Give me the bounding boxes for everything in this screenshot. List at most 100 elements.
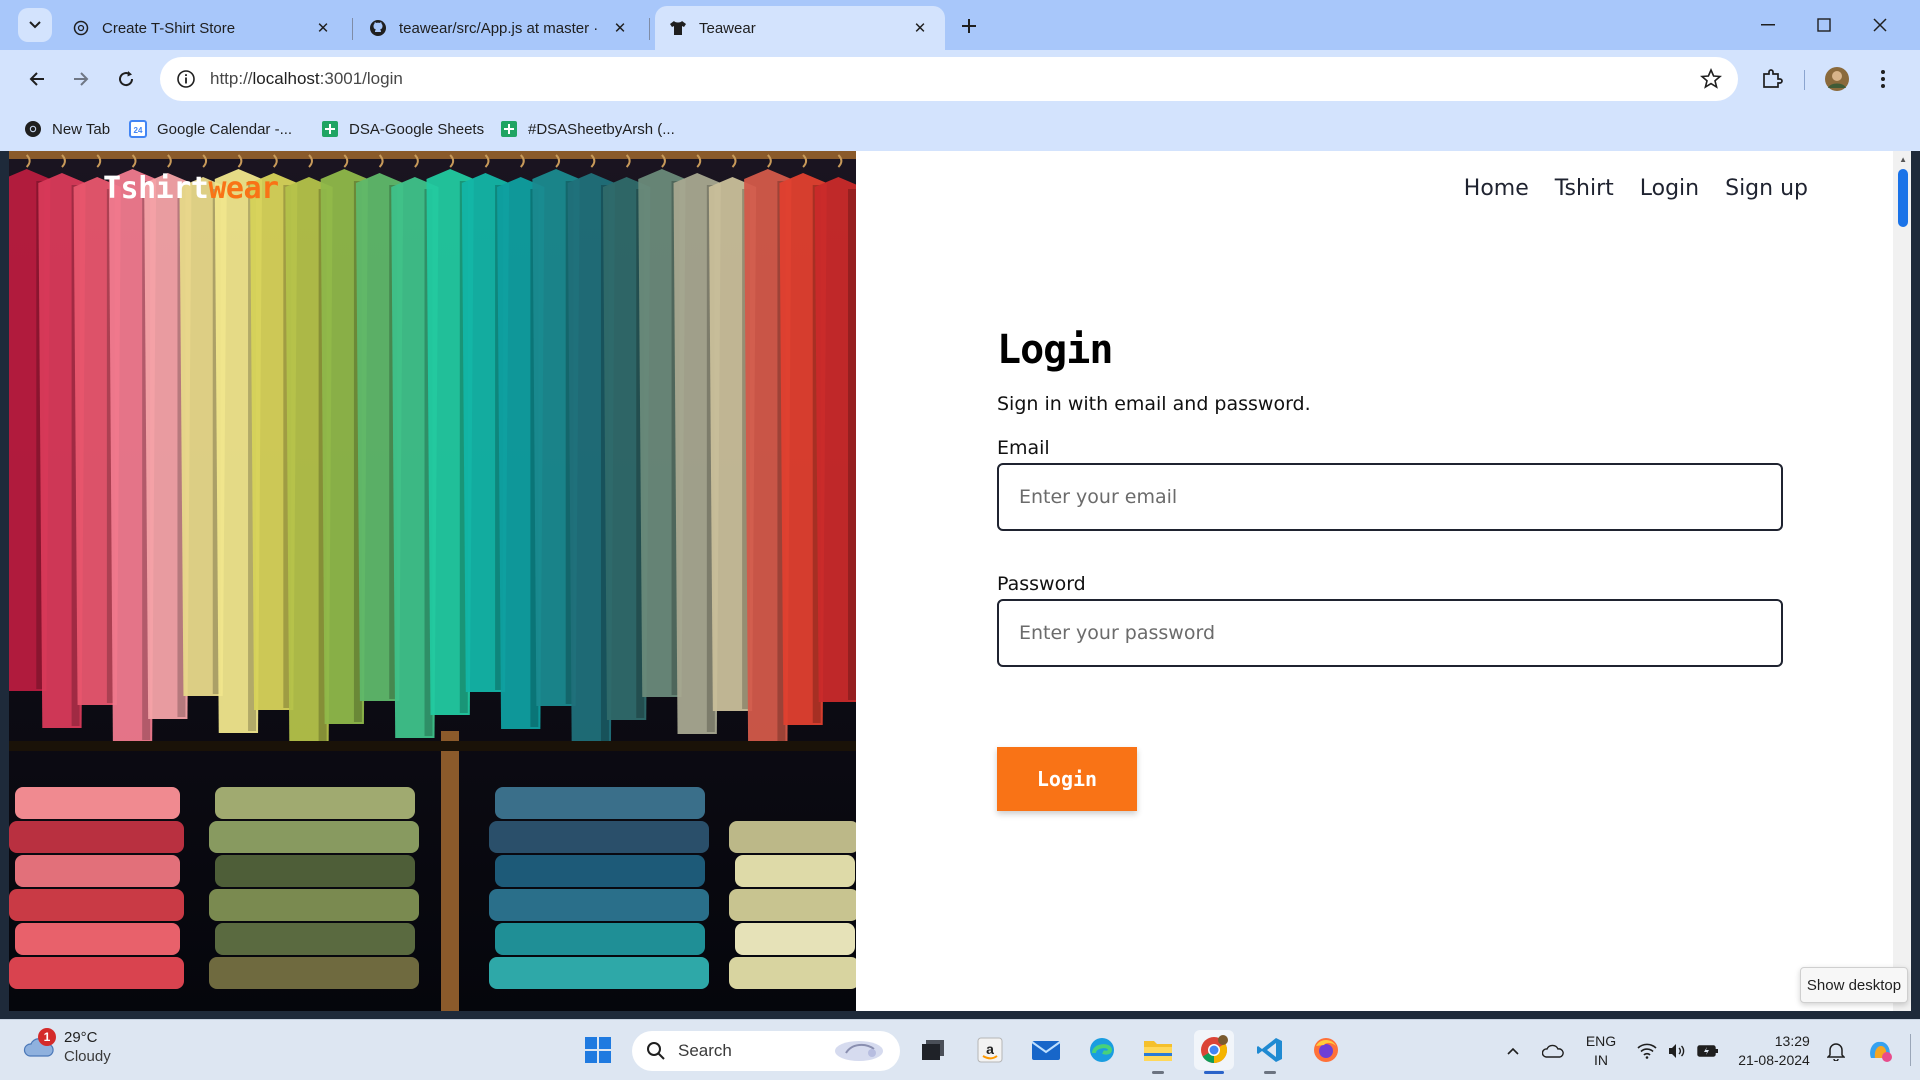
bookmark-dsa-google-sheets[interactable]: DSA-Google Sheets bbox=[321, 115, 484, 143]
notifications-button[interactable] bbox=[1822, 1020, 1850, 1080]
language-code: ENG bbox=[1585, 1032, 1617, 1049]
scroll-thumb[interactable] bbox=[1898, 169, 1908, 227]
close-icon[interactable]: ✕ bbox=[909, 17, 931, 39]
weather-condition: Cloudy bbox=[64, 1048, 111, 1065]
search-label: Search bbox=[678, 1041, 732, 1060]
firefox-icon bbox=[1314, 1038, 1338, 1062]
folded-shirt bbox=[15, 923, 180, 955]
github-icon bbox=[369, 19, 387, 37]
new-tab-button[interactable] bbox=[955, 12, 983, 40]
browser-titlebar: Create T-Shirt Store ✕ teawear/src/App.j… bbox=[0, 0, 1920, 50]
folded-shirt bbox=[489, 821, 709, 853]
address-bar[interactable]: http://localhost:3001/login bbox=[160, 57, 1738, 101]
show-desktop-button[interactable] bbox=[1910, 1034, 1911, 1066]
taskbar-file-explorer[interactable] bbox=[1138, 1030, 1178, 1074]
bookmark-label: #DSASheetbyArsh (... bbox=[528, 120, 675, 138]
tshirt-icon bbox=[669, 19, 687, 37]
browser-toolbar: http://localhost:3001/login bbox=[0, 50, 1920, 107]
bookmarks-bar: New Tab 24 Google Calendar -... DSA-Goog… bbox=[0, 107, 1920, 151]
show-hidden-icons[interactable] bbox=[1498, 1020, 1528, 1080]
folded-shirt bbox=[735, 855, 855, 887]
tab-search-button[interactable] bbox=[18, 8, 52, 42]
nav-login[interactable]: Login bbox=[1640, 176, 1699, 201]
language-indicator[interactable]: ENG IN bbox=[1576, 1020, 1626, 1080]
mail-icon bbox=[1031, 1041, 1061, 1060]
wifi-icon bbox=[1637, 1043, 1657, 1059]
taskbar-search[interactable]: Search bbox=[632, 1031, 900, 1071]
bookmark-new-tab[interactable]: New Tab bbox=[24, 115, 110, 143]
battery-charging-icon bbox=[1697, 1044, 1718, 1057]
volume-tray[interactable] bbox=[1663, 1020, 1691, 1080]
url-host: localhost bbox=[252, 69, 320, 88]
email-label: Email bbox=[997, 437, 1050, 459]
brand-part-1: Tshirt bbox=[103, 171, 209, 206]
bookmark-label: New Tab bbox=[52, 120, 111, 138]
onedrive-tray[interactable] bbox=[1538, 1020, 1568, 1080]
scroll-up-icon[interactable]: ▲ bbox=[1899, 155, 1907, 164]
folded-shirt bbox=[735, 923, 855, 955]
nav-home[interactable]: Home bbox=[1464, 176, 1529, 201]
close-icon[interactable]: ✕ bbox=[609, 17, 631, 39]
bookmark-google-calendar[interactable]: 24 Google Calendar -... bbox=[129, 115, 292, 143]
running-indicator bbox=[1152, 1071, 1164, 1074]
tab-teawear[interactable]: Teawear ✕ bbox=[655, 6, 945, 50]
minimize-button[interactable] bbox=[1750, 12, 1786, 38]
wifi-tray[interactable] bbox=[1633, 1020, 1661, 1080]
close-window-button[interactable] bbox=[1862, 12, 1898, 38]
browser-menu-button[interactable] bbox=[1866, 62, 1900, 96]
weather-widget[interactable]: 1 29°C Cloudy bbox=[22, 1028, 111, 1066]
folded-shirt bbox=[729, 957, 856, 989]
tab-github-app-js[interactable]: teawear/src/App.js at master · ✕ bbox=[355, 6, 645, 50]
edge-icon bbox=[1090, 1038, 1114, 1062]
bookmark-label: DSA-Google Sheets bbox=[349, 120, 485, 138]
bookmark-star-icon[interactable] bbox=[1700, 67, 1722, 95]
folded-shirt bbox=[495, 855, 705, 887]
plus-icon bbox=[962, 19, 976, 33]
reload-button[interactable] bbox=[109, 62, 143, 96]
site-info-icon[interactable] bbox=[166, 69, 206, 89]
maximize-button[interactable] bbox=[1806, 12, 1842, 38]
avatar bbox=[1825, 67, 1849, 91]
forward-button[interactable] bbox=[64, 62, 98, 96]
search-icon bbox=[646, 1041, 666, 1061]
taskbar-edge[interactable] bbox=[1082, 1030, 1122, 1070]
taskbar-firefox[interactable] bbox=[1306, 1030, 1346, 1070]
taskbar-chrome[interactable] bbox=[1194, 1030, 1234, 1074]
copilot-button[interactable] bbox=[1862, 1020, 1898, 1080]
close-icon bbox=[1873, 18, 1887, 32]
brand-logo[interactable]: Tshirtwear bbox=[103, 171, 279, 206]
folded-shirt bbox=[9, 821, 184, 853]
task-view-button[interactable] bbox=[913, 1030, 953, 1070]
bookmark-dsa-sheet-by-arsh[interactable]: #DSASheetbyArsh (... bbox=[500, 115, 675, 143]
login-button[interactable]: Login bbox=[997, 747, 1137, 811]
password-field[interactable] bbox=[997, 599, 1783, 667]
copilot-icon bbox=[1870, 1041, 1892, 1062]
profile-avatar[interactable] bbox=[1820, 62, 1854, 96]
svg-text:a: a bbox=[986, 1041, 994, 1057]
folded-shirt bbox=[215, 923, 415, 955]
extensions-button[interactable] bbox=[1755, 62, 1789, 96]
nav-sign-up[interactable]: Sign up bbox=[1725, 176, 1808, 201]
weather-badge: 1 bbox=[38, 1028, 56, 1046]
folded-shirt bbox=[729, 889, 856, 921]
nav-tshirt[interactable]: Tshirt bbox=[1555, 176, 1614, 201]
clock[interactable]: 13:29 21-08-2024 bbox=[1730, 1020, 1818, 1080]
tab-title: teawear/src/App.js at master · bbox=[399, 19, 599, 37]
tab-create-tshirt-store[interactable]: Create T-Shirt Store ✕ bbox=[58, 6, 348, 50]
taskbar-vscode[interactable] bbox=[1250, 1030, 1290, 1074]
taskbar-mail[interactable] bbox=[1026, 1030, 1066, 1070]
bell-icon bbox=[1827, 1042, 1845, 1061]
back-button[interactable] bbox=[20, 62, 54, 96]
chatgpt-icon bbox=[72, 19, 90, 37]
reload-icon bbox=[119, 71, 134, 87]
close-icon[interactable]: ✕ bbox=[312, 17, 334, 39]
taskbar-amazon[interactable]: a bbox=[970, 1030, 1010, 1070]
folded-shirt bbox=[495, 923, 705, 955]
chrome-icon bbox=[1201, 1035, 1228, 1064]
page-scrollbar[interactable]: ▲ bbox=[1893, 151, 1911, 1011]
email-field[interactable] bbox=[997, 463, 1783, 531]
sheets-icon bbox=[321, 120, 339, 138]
calendar-icon: 24 bbox=[129, 120, 147, 138]
start-button[interactable] bbox=[578, 1030, 618, 1070]
battery-tray[interactable] bbox=[1693, 1020, 1723, 1080]
